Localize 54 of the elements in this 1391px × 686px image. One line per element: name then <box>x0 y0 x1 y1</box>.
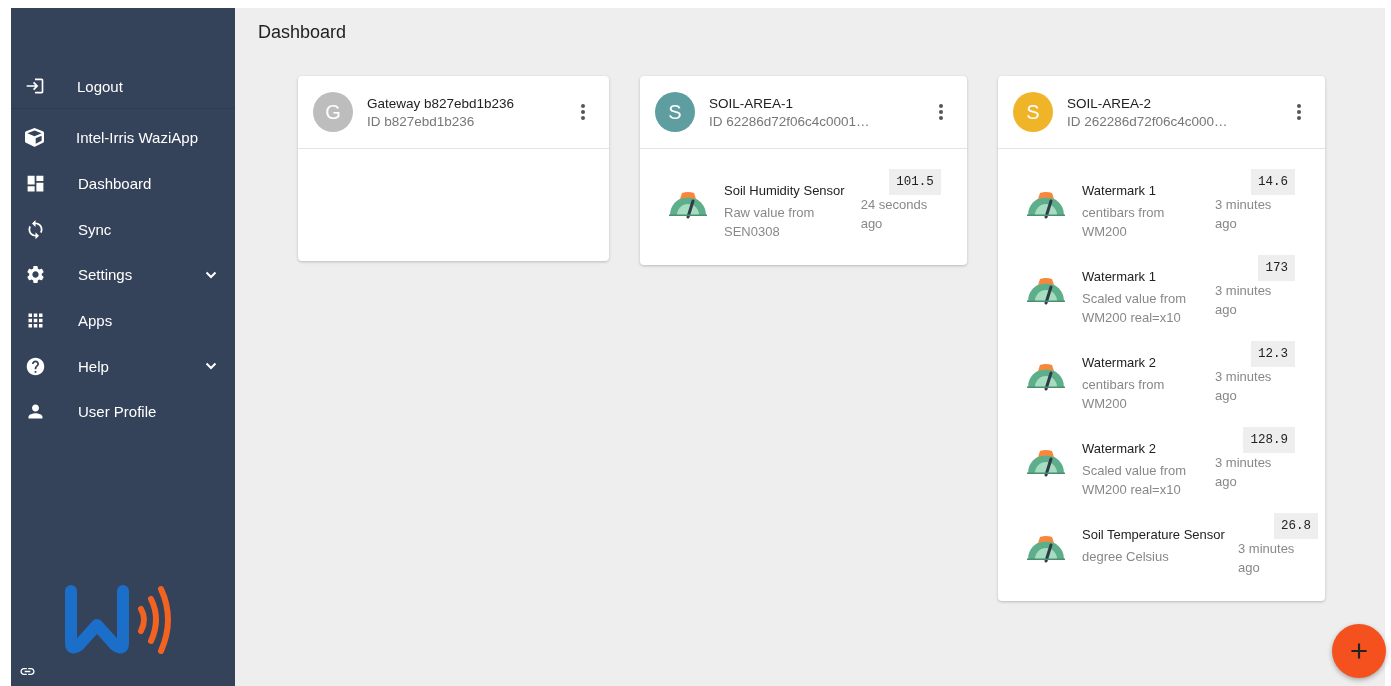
sensor-description: centibars from WM200 <box>1082 376 1166 413</box>
logout-icon <box>25 76 45 96</box>
device-name: Gateway b827ebd1b236 <box>367 95 516 111</box>
sensor-value: 101.5 <box>889 169 941 195</box>
nav-icon <box>25 128 44 148</box>
sensor-name: Watermark 1 <box>1082 183 1157 198</box>
sensor-time: 24 seconds ago <box>860 196 929 233</box>
sensor-value: 12.3 <box>1251 341 1295 367</box>
sensor-time: 3 minutes ago <box>1215 196 1273 233</box>
device-id: ID b827ebd1b236 <box>367 113 476 129</box>
more-vertical-icon <box>581 104 585 120</box>
sensor-time: 3 minutes ago <box>1215 368 1273 405</box>
device-name: SOIL-AREA-1 <box>709 95 795 111</box>
sensor-time: 3 minutes ago <box>1215 282 1273 319</box>
device-id: ID 262286d72f06c4c000… <box>1067 113 1229 129</box>
sensor-description: Raw value from SEN0308 <box>724 204 816 241</box>
sensor-description: Scaled value from WM200 real=x10 <box>1082 290 1188 327</box>
avatar: S <box>655 92 695 132</box>
gauge-icon <box>1026 189 1066 219</box>
sensor-description: degree Celsius <box>1082 548 1170 566</box>
sensor-value: 14.6 <box>1251 169 1295 195</box>
nav-item[interactable]: Intel-Irris WaziApp <box>11 115 235 161</box>
sensor-value: 173 <box>1258 255 1295 281</box>
nav-item[interactable]: Dashboard <box>11 160 235 207</box>
nav-icon <box>25 355 46 377</box>
gauge-icon <box>1026 275 1066 305</box>
gauge-icon <box>1026 361 1066 391</box>
more-vertical-icon <box>939 104 943 120</box>
add-button[interactable] <box>1332 624 1386 678</box>
page-title: Dashboard <box>258 22 348 43</box>
avatar: G <box>313 92 353 132</box>
sensor-name: Watermark 1 <box>1082 269 1157 284</box>
sensor-name: Watermark 2 <box>1082 355 1157 370</box>
sensor-description: centibars from WM200 <box>1082 204 1166 241</box>
nav-item[interactable]: Settings <box>11 252 235 298</box>
device-name: SOIL-AREA-2 <box>1067 95 1153 111</box>
sensor-time: 3 minutes ago <box>1238 540 1296 577</box>
avatar: S <box>1013 92 1053 132</box>
sensor-value: 128.9 <box>1243 427 1295 453</box>
device-id: ID 62286d72f06c4c0001… <box>709 113 871 129</box>
sensor-name: Watermark 2 <box>1082 441 1157 456</box>
nav-item[interactable]: Sync <box>11 206 235 253</box>
sensor-value: 26.8 <box>1274 513 1318 539</box>
nav-icon <box>25 264 46 286</box>
sensor-time: 3 minutes ago <box>1215 454 1273 491</box>
gauge-icon <box>668 189 708 219</box>
sensor-description: Scaled value from WM200 real=x10 <box>1082 462 1188 499</box>
gauge-icon <box>1026 533 1066 563</box>
nav-item[interactable]: User Profile <box>11 389 235 435</box>
sensor-name: Soil Humidity Sensor <box>724 183 845 198</box>
gauge-icon <box>1026 447 1066 477</box>
nav-item[interactable]: Help <box>11 343 235 390</box>
nav-item[interactable]: Apps <box>11 297 235 344</box>
more-vertical-icon <box>1297 104 1301 120</box>
